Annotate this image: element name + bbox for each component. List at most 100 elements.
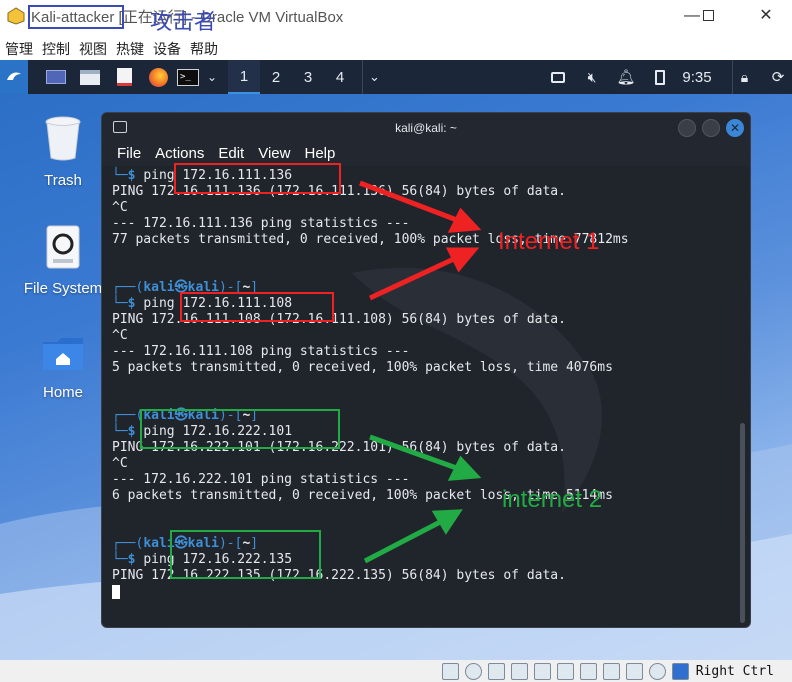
workspace-4[interactable]: 4 — [324, 60, 356, 94]
prompt-user: kali — [143, 536, 175, 551]
terminal-output-line: 5 packets transmitted, 0 received, 100% … — [112, 360, 613, 375]
terminal-output-line: ^C — [112, 456, 128, 471]
terminal-menu-actions[interactable]: Actions — [155, 144, 204, 166]
show-desktop-icon[interactable] — [42, 60, 70, 94]
terminal-maximize-button[interactable] — [702, 119, 720, 137]
window-list-chevron-icon[interactable]: ⌄ — [362, 60, 386, 94]
terminal-menu-edit[interactable]: Edit — [218, 144, 244, 166]
network-status-icon[interactable] — [511, 663, 528, 680]
workspace-1[interactable]: 1 — [228, 60, 260, 94]
terminal-prompt-line: ┌──(kali㉿kali)-[~] — [112, 408, 259, 423]
terminal-cursor-line — [112, 584, 736, 600]
prompt-symbol: └─$ — [112, 552, 144, 567]
prompt-host: kali — [187, 408, 219, 423]
menu-view[interactable]: 视图 — [74, 34, 107, 60]
close-button[interactable]: ✕ — [746, 4, 786, 28]
terminal-minimize-button[interactable] — [678, 119, 696, 137]
attacker-annotation: 攻击者 — [150, 9, 217, 34]
audio-status-icon[interactable] — [488, 663, 505, 680]
terminal-menubar: File Actions Edit View Help — [102, 144, 750, 166]
terminal-prompt-line: ┌──(kali㉿kali)-[~] — [112, 536, 259, 551]
keyboard-capture-status-icon[interactable] — [672, 663, 689, 680]
command-text: ping 172.16.222.135 — [143, 552, 293, 567]
terminal-output-line: --- 172.16.222.101 ping statistics --- — [112, 472, 410, 487]
workspace-2[interactable]: 2 — [260, 60, 292, 94]
terminal-prompt-line: ┌──(kali㉿kali)-[~] — [112, 280, 259, 295]
prompt-user: kali — [143, 280, 175, 295]
hard-disk-status-icon[interactable] — [442, 663, 459, 680]
terminal-menu-help[interactable]: Help — [304, 144, 335, 166]
panel-clock[interactable]: 9:35 — [676, 60, 718, 94]
terminal-output-line: PING 172.16.222.135 (172.16.222.135) 56(… — [112, 568, 566, 583]
terminal-output-line: --- 172.16.111.108 ping statistics --- — [112, 344, 410, 359]
power-icon[interactable]: ⟳ — [766, 60, 790, 94]
terminal-command-line: └─$ ping 172.16.111.108 — [112, 296, 736, 312]
terminal-output[interactable]: └─$ ping 172.16.111.136 PING 172.16.111.1… — [102, 168, 736, 627]
recording-status-icon[interactable] — [603, 663, 620, 680]
internet-1-label: Internet 1 — [498, 228, 600, 255]
terminal-output-line: PING 172.16.111.108 (172.16.111.108) 56(… — [112, 312, 566, 327]
notification-bell-icon[interactable]: 🔔︎ — [614, 60, 638, 94]
terminal-output-line: --- 172.16.111.136 ping statistics --- — [112, 216, 410, 231]
lock-screen-icon[interactable]: 🔒︎ — [732, 60, 756, 94]
file-manager-icon[interactable] — [76, 60, 104, 94]
menu-hotkey[interactable]: 热键 — [111, 34, 144, 60]
terminal-output-line: ^C — [112, 328, 128, 343]
optical-drive-status-icon[interactable] — [465, 663, 482, 680]
internet-2-label: internet 2 — [502, 486, 603, 513]
title-highlight-box — [28, 5, 124, 29]
terminal-titlebar[interactable]: kali@kali: ~ ✕ — [102, 113, 750, 144]
terminal-output-line: ^C — [112, 200, 128, 215]
desktop-icon-trash[interactable]: Trash — [18, 116, 108, 189]
firefox-icon[interactable] — [144, 60, 172, 94]
muted-speaker-icon[interactable]: 🔇︎ — [580, 60, 604, 94]
prompt-host: kali — [187, 280, 219, 295]
menu-manage[interactable]: 管理 — [0, 34, 33, 60]
cpu-status-icon[interactable] — [626, 663, 643, 680]
command-text: ping 172.16.111.108 — [143, 296, 293, 311]
desktop-icon-home[interactable]: Home — [18, 334, 108, 401]
desktop-icon-label: Trash — [44, 172, 82, 189]
trash-icon — [45, 116, 81, 161]
maximize-button[interactable] — [688, 4, 728, 28]
workspace-3[interactable]: 3 — [292, 60, 324, 94]
host-key-label: Right Ctrl — [695, 664, 774, 679]
command-text: ping 172.16.222.101 — [143, 424, 293, 439]
terminal-window[interactable]: kali@kali: ~ ✕ File Actions Edit View He… — [101, 112, 751, 628]
drive-icon — [46, 225, 80, 269]
screenshot-icon[interactable] — [546, 60, 570, 94]
shared-folders-status-icon[interactable] — [557, 663, 574, 680]
terminal-title: kali@kali: ~ — [395, 121, 457, 135]
prompt-symbol: └─$ — [112, 424, 144, 439]
chevron-down-icon[interactable]: ⌄ — [202, 60, 222, 94]
terminal-scrollbar[interactable] — [740, 423, 745, 623]
menu-devices[interactable]: 设备 — [148, 34, 181, 60]
battery-icon[interactable] — [648, 60, 672, 94]
terminal-output-line: 6 packets transmitted, 0 received, 100% … — [112, 488, 613, 503]
vbox-statusbar: Right Ctrl — [0, 660, 792, 682]
menu-control[interactable]: 控制 — [37, 34, 70, 60]
desktop-icon-label: Home — [42, 384, 83, 401]
terminal-command-line: └─$ ping 172.16.111.136 — [112, 168, 736, 184]
display-status-icon[interactable] — [580, 663, 597, 680]
prompt-symbol: └─$ — [112, 296, 144, 311]
menu-help[interactable]: 帮助 — [185, 34, 218, 60]
terminal-menu-view[interactable]: View — [258, 144, 290, 166]
vbox-titlebar: Kali-attacker [正在运行] - Oracle VM Virtual… — [0, 0, 792, 34]
prompt-user: kali — [143, 408, 175, 423]
terminal-menu-file[interactable]: File — [117, 144, 141, 166]
terminal-command-line: └─$ ping 172.16.222.135 — [112, 552, 736, 568]
mouse-integration-status-icon[interactable] — [649, 663, 666, 680]
desktop-icon-file-system[interactable]: File System — [18, 224, 108, 297]
terminal-close-button[interactable]: ✕ — [726, 119, 744, 137]
prompt-host: kali — [187, 536, 219, 551]
kali-menu-icon[interactable] — [0, 60, 28, 94]
usb-status-icon[interactable] — [534, 663, 551, 680]
text-editor-icon[interactable] — [110, 60, 138, 94]
terminal-launcher-icon[interactable]: >_ — [174, 60, 202, 94]
